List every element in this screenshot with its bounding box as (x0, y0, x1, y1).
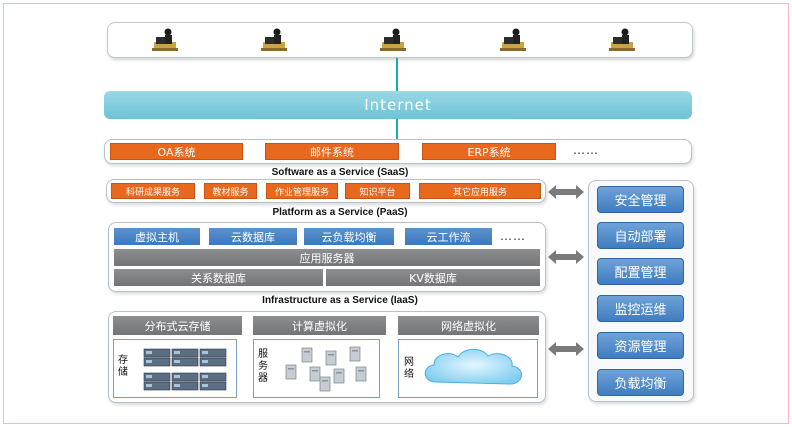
connection-line (396, 119, 398, 139)
server-tower-icon (280, 345, 370, 397)
mgmt-monitoring: 监控运维 (597, 295, 684, 322)
saas-service-research: 科研成果服务 (111, 183, 195, 199)
saas-service-knowledge: 知识平台 (345, 183, 410, 199)
paas-cloud-database: 云数据库 (209, 228, 297, 245)
network-cloud-icon (418, 344, 530, 398)
mail-system-box: 邮件系统 (265, 143, 399, 160)
paas-more-dots: …… (500, 229, 526, 243)
saas-more-dots: …… (573, 143, 599, 157)
user-computer-icon (607, 27, 637, 53)
iaas-network-virtualization-header: 网络虚拟化 (398, 316, 539, 335)
network-label: 网络 (404, 357, 414, 380)
user-computer-icon (378, 27, 408, 53)
paas-virtual-host: 虚拟主机 (114, 228, 200, 245)
oa-system-box: OA系统 (110, 143, 243, 160)
double-arrow-icon (548, 184, 584, 200)
iaas-compute-virtualization-header: 计算虚拟化 (253, 316, 386, 335)
user-computer-icon (498, 27, 528, 53)
mgmt-config: 配置管理 (597, 258, 684, 285)
server-label: 服务器 (258, 349, 268, 384)
paas-cloud-load-balance: 云负载均衡 (304, 228, 394, 245)
double-arrow-icon (548, 341, 584, 357)
saas-service-textbook: 教材服务 (204, 183, 257, 199)
mgmt-resource: 资源管理 (597, 332, 684, 359)
paas-kv-db: KV数据库 (326, 269, 540, 286)
saas-service-other: 其它应用服务 (419, 183, 541, 199)
user-computer-icon (150, 27, 180, 53)
mgmt-load-balance: 负载均衡 (597, 369, 684, 396)
internet-bar: Internet (104, 91, 692, 119)
saas-service-homework: 作业管理服务 (266, 183, 338, 199)
paas-cloud-workflow: 云工作流 (405, 228, 492, 245)
saas-layer-title: Software as a Service (SaaS) (271, 167, 409, 178)
double-arrow-icon (548, 249, 584, 265)
storage-label: 存储 (118, 355, 128, 378)
erp-system-box: ERP系统 (422, 143, 556, 160)
paas-app-server: 应用服务器 (114, 249, 540, 266)
paas-relational-db: 关系数据库 (114, 269, 323, 286)
mgmt-security: 安全管理 (597, 186, 684, 213)
storage-rack-icon (140, 345, 230, 397)
paas-layer-title: Platform as a Service (PaaS) (272, 207, 408, 218)
mgmt-auto-deploy: 自动部署 (597, 222, 684, 249)
iaas-distributed-storage-header: 分布式云存储 (113, 316, 242, 335)
user-computer-icon (259, 27, 289, 53)
connection-line (396, 58, 398, 92)
iaas-layer-title: Infrastructure as a Service (IaaS) (262, 295, 418, 306)
